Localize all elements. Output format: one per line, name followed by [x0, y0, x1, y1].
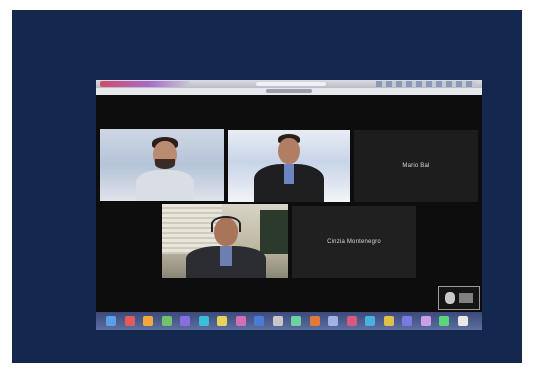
dock-app-icon[interactable]: [328, 316, 338, 326]
dock-app-icon[interactable]: [235, 316, 246, 326]
dock-app-icon[interactable]: [180, 316, 190, 326]
dock-app-icon[interactable]: [143, 316, 153, 326]
participant-video-4: [186, 214, 266, 278]
dock-app-icon[interactable]: [346, 316, 357, 326]
dock-app-icon[interactable]: [402, 316, 412, 326]
participant-tile-1[interactable]: [100, 129, 224, 201]
participant-video-1: [134, 137, 194, 201]
meeting-title-bar: [96, 88, 482, 95]
meeting-screen: Mario Bal Cinzia Montenegro: [96, 80, 482, 330]
self-view-object: [459, 293, 473, 303]
browser-title-bar: [96, 80, 482, 88]
self-view-person: [445, 292, 455, 304]
dock-app-icon[interactable]: [365, 316, 375, 326]
dock-app-icon[interactable]: [457, 316, 468, 326]
meeting-title: [266, 89, 312, 93]
taskbar-dock: [96, 312, 482, 330]
dock-app-icon[interactable]: [161, 316, 172, 326]
dock-app-icon[interactable]: [420, 316, 431, 326]
participant-name-5: Cinzia Montenegro: [327, 239, 381, 245]
dock-app-icon[interactable]: [383, 316, 394, 326]
participant-tile-4[interactable]: [162, 204, 288, 278]
dock-app-icon[interactable]: [254, 316, 264, 326]
participant-tile-5[interactable]: Cinzia Montenegro: [292, 206, 416, 278]
system-tray-icons[interactable]: [376, 81, 476, 87]
dock-app-icon[interactable]: [217, 316, 227, 326]
dock-app-icon[interactable]: [272, 316, 283, 326]
dock-app-icon[interactable]: [439, 316, 449, 326]
dock-app-icon[interactable]: [291, 316, 301, 326]
dock-app-icon[interactable]: [198, 316, 209, 326]
address-bar[interactable]: [256, 82, 326, 86]
participant-video-2: [254, 134, 324, 202]
dock-app-icon[interactable]: [124, 316, 135, 326]
browser-tabs[interactable]: [100, 81, 190, 87]
presentation-frame: Mario Bal Cinzia Montenegro: [12, 10, 522, 363]
participant-name-3: Mario Bal: [402, 163, 430, 169]
participant-tile-2[interactable]: [228, 130, 350, 202]
dock-app-icon[interactable]: [309, 316, 320, 326]
dock-app-icon[interactable]: [106, 316, 116, 326]
participant-tile-3[interactable]: Mario Bal: [354, 130, 478, 202]
self-view-thumbnail[interactable]: [438, 286, 480, 310]
